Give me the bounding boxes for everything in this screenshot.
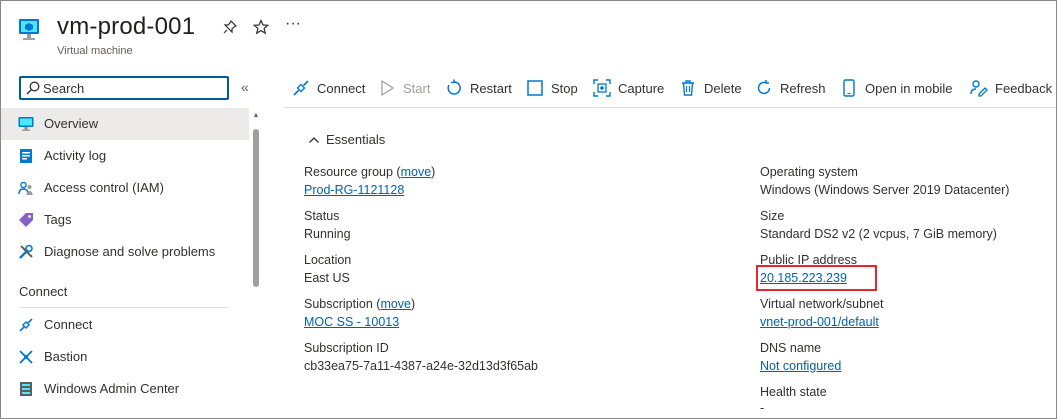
capture-icon	[593, 79, 611, 97]
os-label: Operating system	[760, 165, 858, 179]
wrench-icon	[19, 244, 33, 259]
refresh-button[interactable]: Refresh	[755, 77, 826, 99]
stop-button[interactable]: Stop	[526, 77, 578, 99]
start-label: Start	[403, 80, 431, 96]
health-state-label: Health state	[760, 385, 827, 399]
delete-button[interactable]: Delete	[679, 77, 742, 99]
size-value: Standard DS2 v2 (2 vcpus, 7 GiB memory)	[760, 227, 997, 241]
sidebar-item-bastion[interactable]: Bastion	[1, 341, 249, 373]
virtual-machine-icon	[19, 19, 39, 40]
search-input[interactable]	[43, 79, 223, 97]
plug-icon	[19, 318, 33, 332]
scroll-up-arrow[interactable]: ▲	[251, 111, 261, 121]
feedback-icon	[970, 80, 988, 97]
page-subtitle: Virtual machine	[57, 45, 133, 57]
size-label: Size	[760, 209, 785, 223]
restart-button[interactable]: Restart	[445, 77, 512, 99]
start-button[interactable]: Start	[378, 77, 430, 99]
toolbar-divider	[284, 107, 1056, 108]
vnet-label: Virtual network/subnet	[760, 297, 884, 311]
feedback-label: Feedback	[995, 80, 1053, 96]
page-title: vm-prod-001	[57, 13, 196, 40]
resource-group-link[interactable]: Prod-RG-1121128	[304, 183, 404, 197]
more-options-icon[interactable]: ···	[284, 15, 302, 33]
admin-center-icon	[20, 382, 32, 396]
connect-button[interactable]: Connect	[292, 77, 365, 99]
capture-label: Capture	[618, 80, 665, 96]
play-icon	[381, 79, 395, 97]
sidebar-item-label: Activity log	[44, 148, 107, 163]
pin-icon[interactable]	[221, 19, 239, 37]
sidebar-item-activity-log[interactable]: Activity log	[1, 140, 249, 172]
subscription-id-label: Subscription ID	[304, 341, 389, 355]
sidebar-item-label: Diagnose and solve problems	[44, 244, 216, 259]
refresh-icon	[757, 80, 771, 95]
subscription-label: Subscription (move)	[304, 297, 416, 311]
restart-icon	[447, 79, 461, 95]
sidebar-item-overview[interactable]: Overview	[1, 108, 249, 140]
activity-log-icon	[20, 149, 32, 163]
divider	[19, 307, 229, 308]
resource-group-label: Resource group (move)	[304, 165, 436, 179]
capture-button[interactable]: Capture	[593, 77, 664, 99]
dns-label: DNS name	[760, 341, 822, 355]
sidebar-item-label: Tags	[44, 212, 72, 227]
public-ip-highlight	[756, 265, 877, 291]
location-label: Location	[304, 253, 352, 267]
bastion-icon	[19, 350, 33, 364]
plug-icon	[293, 80, 309, 96]
subscription-id-value: cb33ea75-7a11-4387-a24e-32d13d3f65ab	[304, 359, 539, 373]
open-in-mobile-label: Open in mobile	[865, 80, 953, 96]
sidebar-item-label: Overview	[44, 116, 99, 131]
move-subscription-link[interactable]: move	[380, 297, 411, 311]
sidebar-item-diagnose[interactable]: Diagnose and solve problems	[1, 236, 249, 268]
search-field[interactable]	[19, 76, 229, 100]
connect-label: Connect	[317, 80, 366, 96]
sidebar-section-connect: Connect	[19, 284, 68, 299]
os-value: Windows (Windows Server 2019 Datacenter)	[760, 183, 1010, 197]
status-value: Running	[304, 227, 351, 241]
sidebar-item-label: Connect	[44, 317, 93, 332]
sidebar-item-label: Bastion	[44, 349, 88, 364]
location-value: East US	[304, 271, 350, 285]
people-icon	[18, 181, 33, 195]
feedback-button[interactable]: Feedback	[970, 77, 1052, 99]
sidebar-item-label: Access control (IAM)	[44, 180, 164, 195]
move-resource-group-link[interactable]: move	[401, 165, 432, 179]
sidebar-item-connect[interactable]: Connect	[1, 309, 249, 341]
monitor-icon	[18, 117, 34, 131]
sidebar-scrollbar-thumb[interactable]	[253, 129, 259, 287]
delete-label: Delete	[704, 80, 742, 96]
essentials-heading: Essentials	[326, 132, 386, 147]
health-state-value: -	[760, 401, 765, 415]
subscription-link[interactable]: MOC SS - 10013	[304, 315, 399, 329]
mobile-phone-icon	[843, 79, 855, 97]
restart-label: Restart	[470, 80, 512, 96]
search-icon	[26, 81, 40, 95]
sidebar-item-label: Windows Admin Center	[44, 381, 180, 396]
stop-label: Stop	[551, 80, 578, 96]
tag-icon	[19, 213, 33, 227]
collapse-sidebar-icon[interactable]: «	[241, 79, 249, 95]
sidebar-item-windows-admin-center[interactable]: Windows Admin Center	[1, 373, 249, 405]
vm-overview-page: vm-prod-001 Virtual machine ··· « Overvi…	[0, 0, 1057, 419]
status-label: Status	[304, 209, 340, 223]
stop-icon	[527, 80, 543, 96]
chevron-up-icon	[309, 136, 319, 143]
essentials-toggle[interactable]: Essentials	[308, 132, 385, 147]
vnet-link[interactable]: vnet-prod-001/default	[760, 315, 879, 329]
trash-icon	[682, 80, 694, 96]
sidebar-item-tags[interactable]: Tags	[1, 204, 249, 236]
open-in-mobile-button[interactable]: Open in mobile	[840, 77, 952, 99]
refresh-label: Refresh	[780, 80, 826, 96]
sidebar-item-access-control[interactable]: Access control (IAM)	[1, 172, 249, 204]
dns-link[interactable]: Not configured	[760, 359, 841, 373]
star-icon[interactable]	[252, 19, 270, 37]
